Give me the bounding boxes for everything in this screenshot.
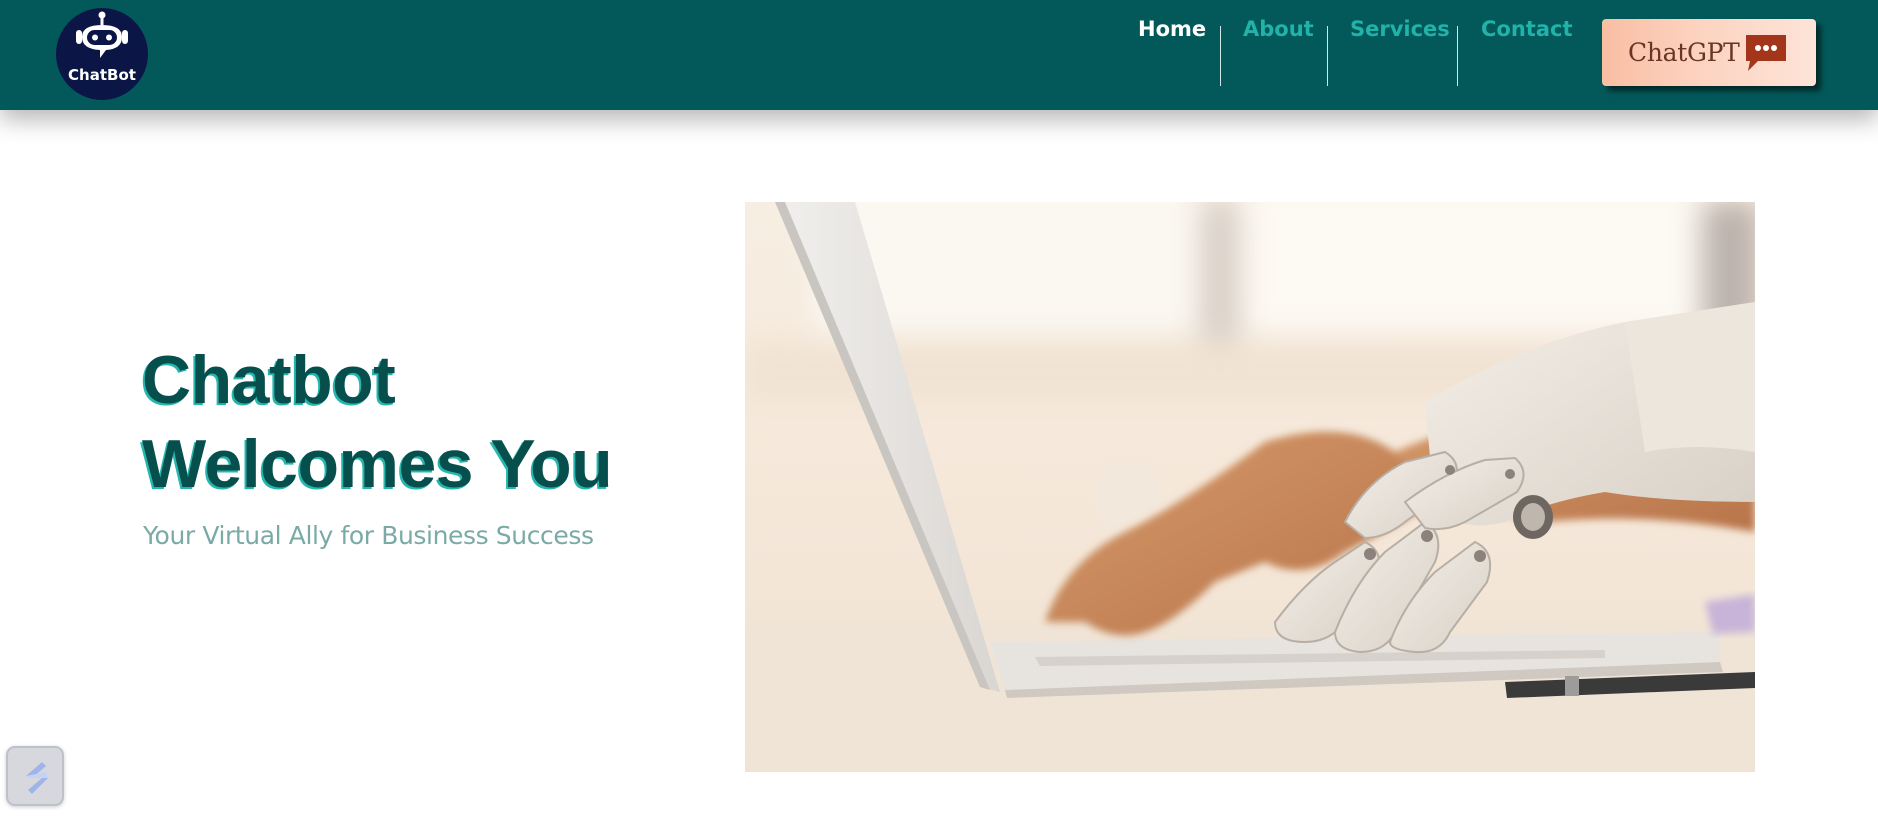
- lightning-badge-icon: [26, 762, 48, 794]
- hero-image: [745, 202, 1755, 772]
- hero-title-line-2: Welcomes You: [142, 426, 613, 502]
- chatgpt-button[interactable]: ChatGPT: [1602, 19, 1816, 86]
- logo-text: ChatBot: [68, 66, 136, 84]
- nav-divider: [1457, 26, 1458, 86]
- nav-about[interactable]: About: [1243, 0, 1314, 60]
- hero-subtitle: Your Virtual Ally for Business Success: [143, 521, 594, 550]
- site-header: ChatBot Home About Services Contact Chat…: [0, 0, 1878, 110]
- hero-title: Chatbot Welcomes You: [142, 338, 662, 506]
- robot-hand-laptop-illustration: [745, 202, 1755, 772]
- hero-title-line-1: Chatbot: [142, 342, 396, 418]
- logo[interactable]: ChatBot: [56, 8, 148, 100]
- nav-contact[interactable]: Contact: [1481, 0, 1573, 60]
- corner-widget-button[interactable]: [6, 746, 64, 806]
- nav-divider: [1327, 26, 1328, 86]
- nav-home[interactable]: Home: [1138, 0, 1206, 60]
- chat-bubble-icon: [1746, 35, 1786, 71]
- nav-divider: [1220, 26, 1221, 86]
- robot-icon: [76, 11, 128, 58]
- nav-services[interactable]: Services: [1350, 0, 1450, 60]
- chatgpt-button-label: ChatGPT: [1628, 38, 1740, 67]
